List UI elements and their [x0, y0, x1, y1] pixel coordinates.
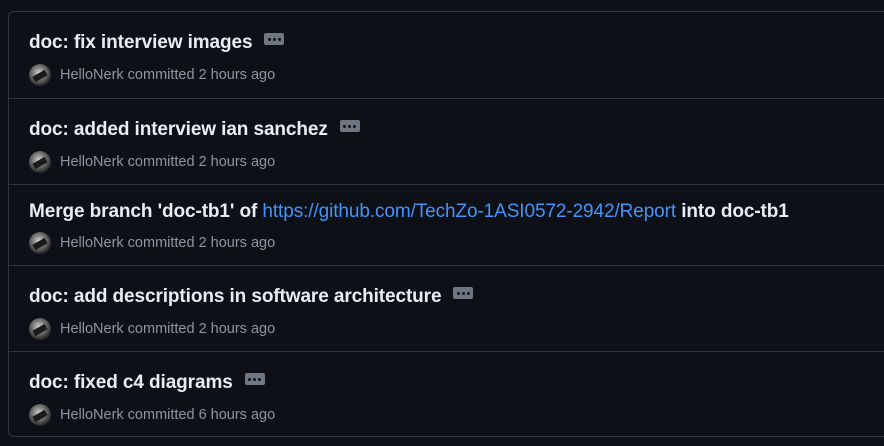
commit-time[interactable]: 2 hours ago — [199, 154, 276, 170]
commit-row: doc: fix interview images HelloNerk comm… — [9, 12, 884, 98]
commit-author[interactable]: HelloNerk — [60, 321, 124, 337]
commit-row: doc: added interview ian sanchez HelloNe… — [9, 98, 884, 185]
commit-message: Merge branch 'doc-tb1' of https://github… — [29, 201, 789, 223]
repository-link[interactable]: https://github.com/TechZo-1ASI0572-2942/… — [262, 201, 676, 222]
avatar[interactable] — [29, 232, 51, 254]
ellipsis-icon[interactable] — [264, 33, 285, 45]
commit-list: doc: fix interview images HelloNerk comm… — [8, 11, 884, 437]
avatar[interactable] — [29, 404, 51, 426]
commit-row: doc: fixed c4 diagrams HelloNerk committ… — [9, 351, 884, 438]
ellipsis-icon[interactable] — [339, 120, 360, 132]
commit-time[interactable]: 6 hours ago — [199, 407, 276, 423]
commit-time[interactable]: 2 hours ago — [199, 235, 276, 251]
commit-author[interactable]: HelloNerk — [60, 407, 124, 423]
commit-message-prefix[interactable]: Merge branch 'doc-tb1' of — [29, 201, 257, 222]
commit-message-suffix[interactable]: into doc-tb1 — [681, 201, 789, 222]
commit-author[interactable]: HelloNerk — [60, 154, 124, 170]
commit-row: Merge branch 'doc-tb1' of https://github… — [9, 184, 884, 266]
commit-verb: committed — [127, 235, 195, 251]
commit-time[interactable]: 2 hours ago — [199, 321, 276, 337]
commit-message-link[interactable]: doc: fix interview images — [29, 32, 253, 54]
commit-author[interactable]: HelloNerk — [60, 67, 124, 83]
commit-message-link[interactable]: doc: added interview ian sanchez — [29, 119, 328, 141]
commit-verb: committed — [127, 321, 195, 337]
commit-message-link[interactable]: doc: fixed c4 diagrams — [29, 372, 233, 394]
ellipsis-icon[interactable] — [453, 287, 474, 299]
avatar[interactable] — [29, 151, 51, 173]
commit-message-link[interactable]: doc: add descriptions in software archit… — [29, 286, 442, 308]
avatar[interactable] — [29, 64, 51, 86]
commit-author[interactable]: HelloNerk — [60, 235, 124, 251]
avatar[interactable] — [29, 318, 51, 340]
commit-verb: committed — [127, 154, 195, 170]
commit-row: doc: add descriptions in software archit… — [9, 265, 884, 352]
commit-verb: committed — [127, 407, 195, 423]
ellipsis-icon[interactable] — [244, 373, 265, 385]
commit-time[interactable]: 2 hours ago — [199, 67, 276, 83]
commit-verb: committed — [127, 67, 195, 83]
